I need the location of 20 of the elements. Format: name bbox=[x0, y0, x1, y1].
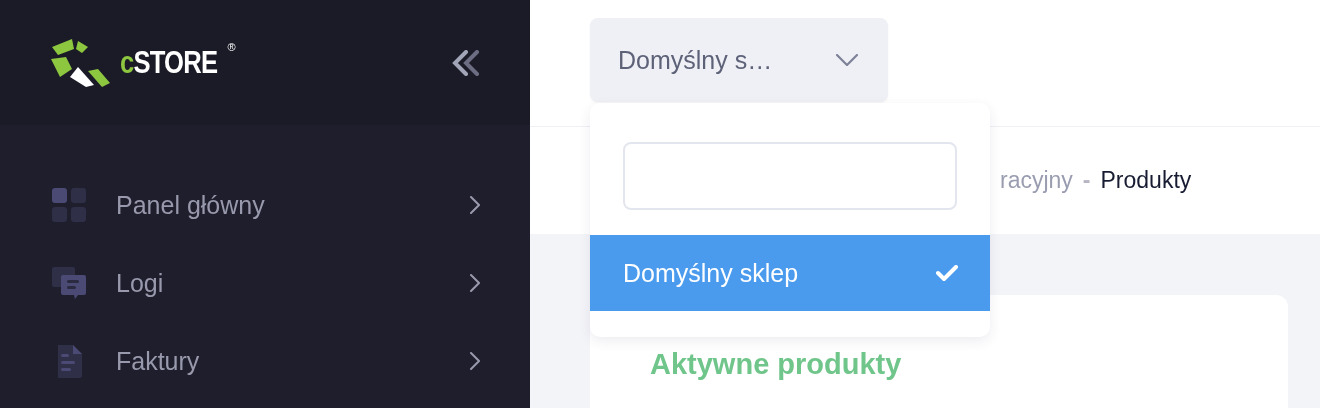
card-title: Aktywne produkty bbox=[650, 348, 902, 380]
search-field[interactable] bbox=[623, 142, 957, 210]
logo-icon bbox=[50, 36, 112, 89]
logo-text: cSTORE bbox=[120, 44, 218, 81]
nav-item[interactable]: Logi bbox=[0, 253, 530, 313]
chevron-right-icon bbox=[470, 274, 480, 292]
chevron-right-icon bbox=[470, 196, 480, 214]
breadcrumb-separator: - bbox=[1082, 167, 1091, 194]
chevron-right-icon bbox=[470, 352, 480, 370]
collapse-icon[interactable] bbox=[452, 49, 480, 76]
grid-icon bbox=[52, 188, 86, 222]
document-icon bbox=[56, 344, 82, 378]
nav-item[interactable]: Faktury bbox=[0, 331, 530, 391]
store-select[interactable]: Domyślny s… bbox=[590, 18, 888, 102]
nav-item[interactable]: Panel główny bbox=[0, 175, 530, 235]
breadcrumb-item: Produkty bbox=[1100, 167, 1192, 194]
registered-mark: ® bbox=[227, 40, 236, 53]
check-icon bbox=[936, 264, 958, 282]
chat-icon bbox=[52, 266, 86, 300]
chevron-down-icon bbox=[836, 54, 858, 66]
